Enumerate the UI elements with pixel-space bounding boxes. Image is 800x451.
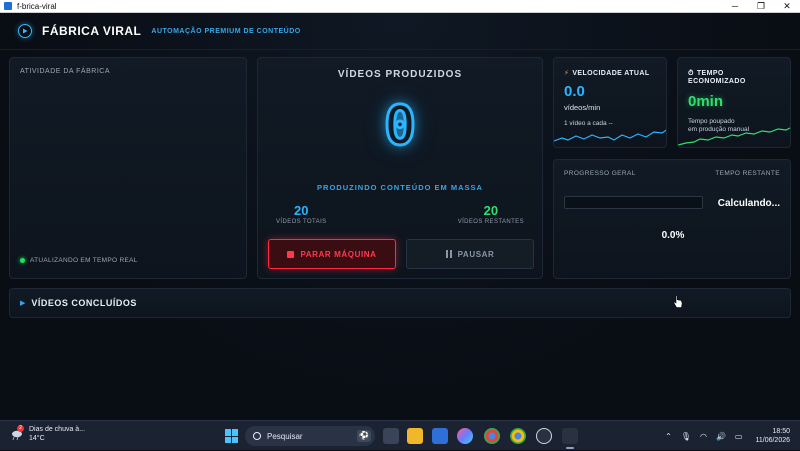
weather-widget[interactable]: 2 Dias de chuva à... 14°C — [10, 425, 85, 443]
total-videos-label: VÍDEOS TOTAIS — [276, 219, 327, 225]
remaining-videos-stat: 20 VÍDEOS RESTANTES — [458, 203, 524, 225]
weather-text: Dias de chuva à... — [29, 426, 86, 433]
stopwatch-icon: ⏱ — [688, 70, 694, 77]
speed-sparkline — [554, 129, 666, 142]
time-saved-card: ⏱ TEMPO ECONOMIZADO 0min Tempo poupado em p… — [677, 57, 791, 148]
weather-badge: 2 — [17, 425, 24, 432]
stop-machine-label: PARAR MÁQUINA — [300, 249, 377, 259]
maximize-button[interactable]: ❐ — [748, 0, 774, 13]
progress-bar — [564, 196, 703, 209]
system-tray: ⌃ 🎙 ◠ 🔊 ▭ 18:50 11/06/2026 — [665, 421, 800, 451]
time-saved-title: ⏱ TEMPO ECONOMIZADO — [688, 70, 746, 85]
progress-title: PROGRESSO GERAL — [564, 170, 636, 177]
clock[interactable]: 18:50 11/06/2026 — [755, 427, 790, 445]
lightning-icon: ⚡ — [564, 70, 570, 77]
speed-value: 0.0 — [564, 83, 585, 100]
production-status: PRODUZINDO CONTEÚDO EM MASSA — [317, 183, 483, 192]
taskbar-search[interactable]: Pesquisar ⚽ — [245, 426, 375, 446]
speed-card: ⚡ VELOCIDADE ATUAL 0.0 vídeos/min 1 vídeo… — [553, 57, 667, 148]
progress-panel: PROGRESSO GERAL TEMPO RESTANTE Calculand… — [553, 159, 791, 279]
store-icon[interactable] — [432, 428, 448, 444]
microphone-icon[interactable]: 🎙 — [681, 432, 691, 441]
weather-temp: 14°C — [29, 435, 45, 442]
search-placeholder: Pesquisar — [267, 431, 303, 441]
pause-label: PAUSAR — [457, 249, 495, 259]
remaining-videos-label: VÍDEOS RESTANTES — [457, 219, 524, 225]
produced-panel: VÍDEOS PRODUZIDOS 0 PRODUZINDO CONTEÚDO … — [257, 57, 543, 279]
chevron-up-icon[interactable]: ⌃ — [665, 432, 672, 441]
search-icon — [253, 432, 261, 440]
file-explorer-icon[interactable] — [407, 428, 423, 444]
minimize-button[interactable]: ─ — [722, 0, 748, 13]
remaining-time-value: Calculando... — [717, 198, 780, 209]
pause-button[interactable]: PAUSAR — [406, 239, 534, 269]
mouse-cursor-icon — [673, 295, 683, 308]
activity-panel: ATIVIDADE DA FÁBRICA ATUALIZANDO EM TEMP… — [9, 57, 247, 279]
live-indicator: ATUALIZANDO EM TEMPO REAL — [20, 257, 138, 264]
chrome-profile-icon[interactable] — [510, 428, 526, 444]
live-dot-icon — [20, 258, 25, 263]
clock-date: 11/06/2026 — [755, 437, 790, 444]
speed-unit: vídeos/min — [564, 103, 601, 112]
stop-machine-button[interactable]: PARAR MÁQUINA — [268, 239, 396, 269]
wifi-icon[interactable]: ◠ — [700, 432, 707, 441]
play-logo-icon — [18, 24, 32, 38]
produced-title: VÍDEOS PRODUZIDOS — [337, 69, 463, 80]
time-saved-sparkline — [678, 127, 790, 146]
search-highlight-icon: ⚽ — [357, 430, 371, 442]
time-saved-value: 0min — [688, 93, 724, 110]
app-header: FÁBRICA VIRAL AUTOMAÇÃO PREMIUM DE CONTE… — [0, 13, 800, 50]
completed-videos-label: VÍDEOS CONCLUÍDOS — [31, 298, 137, 308]
app-root: FÁBRICA VIRAL AUTOMAÇÃO PREMIUM DE CONTE… — [0, 13, 800, 420]
brand-title: FÁBRICA VIRAL — [42, 24, 142, 38]
pause-icon — [445, 250, 452, 258]
start-button[interactable] — [225, 429, 239, 443]
total-videos-stat: 20 VÍDEOS TOTAIS — [276, 203, 327, 225]
activity-title: ATIVIDADE DA FÁBRICA — [20, 68, 110, 75]
taskbar: 2 Dias de chuva à... 14°C Pesquisar ⚽ ⌃ … — [0, 420, 800, 450]
window-titlebar: f-brica-viral ─ ❐ ✕ — [0, 0, 800, 13]
chrome-icon[interactable] — [484, 428, 500, 444]
close-button[interactable]: ✕ — [774, 0, 800, 13]
total-videos-value: 20 — [294, 203, 309, 218]
volume-icon[interactable]: 🔊 — [716, 432, 726, 441]
window-title: f-brica-viral — [17, 1, 57, 11]
progress-percent: 0.0% — [661, 230, 685, 241]
clock-time: 18:50 — [772, 428, 790, 435]
expand-triangle-icon: ▶ — [20, 300, 26, 307]
copilot-icon[interactable] — [457, 428, 473, 444]
active-app-icon[interactable] — [562, 428, 578, 449]
app-circle-icon[interactable] — [536, 428, 552, 444]
rain-cloud-icon: 2 — [10, 425, 24, 441]
battery-icon[interactable]: ▭ — [735, 432, 743, 441]
stop-icon — [287, 250, 295, 258]
remaining-videos-value: 20 — [483, 203, 499, 218]
live-label: ATUALIZANDO EM TEMPO REAL — [30, 257, 138, 264]
remaining-time-title: TEMPO RESTANTE — [715, 170, 780, 177]
speed-title: ⚡ VELOCIDADE ATUAL — [564, 70, 650, 77]
task-view-icon[interactable] — [383, 428, 399, 444]
produced-counter: 0 — [382, 93, 418, 159]
app-icon — [4, 2, 12, 10]
brand-tagline: AUTOMAÇÃO PREMIUM DE CONTEÚDO — [151, 27, 301, 35]
